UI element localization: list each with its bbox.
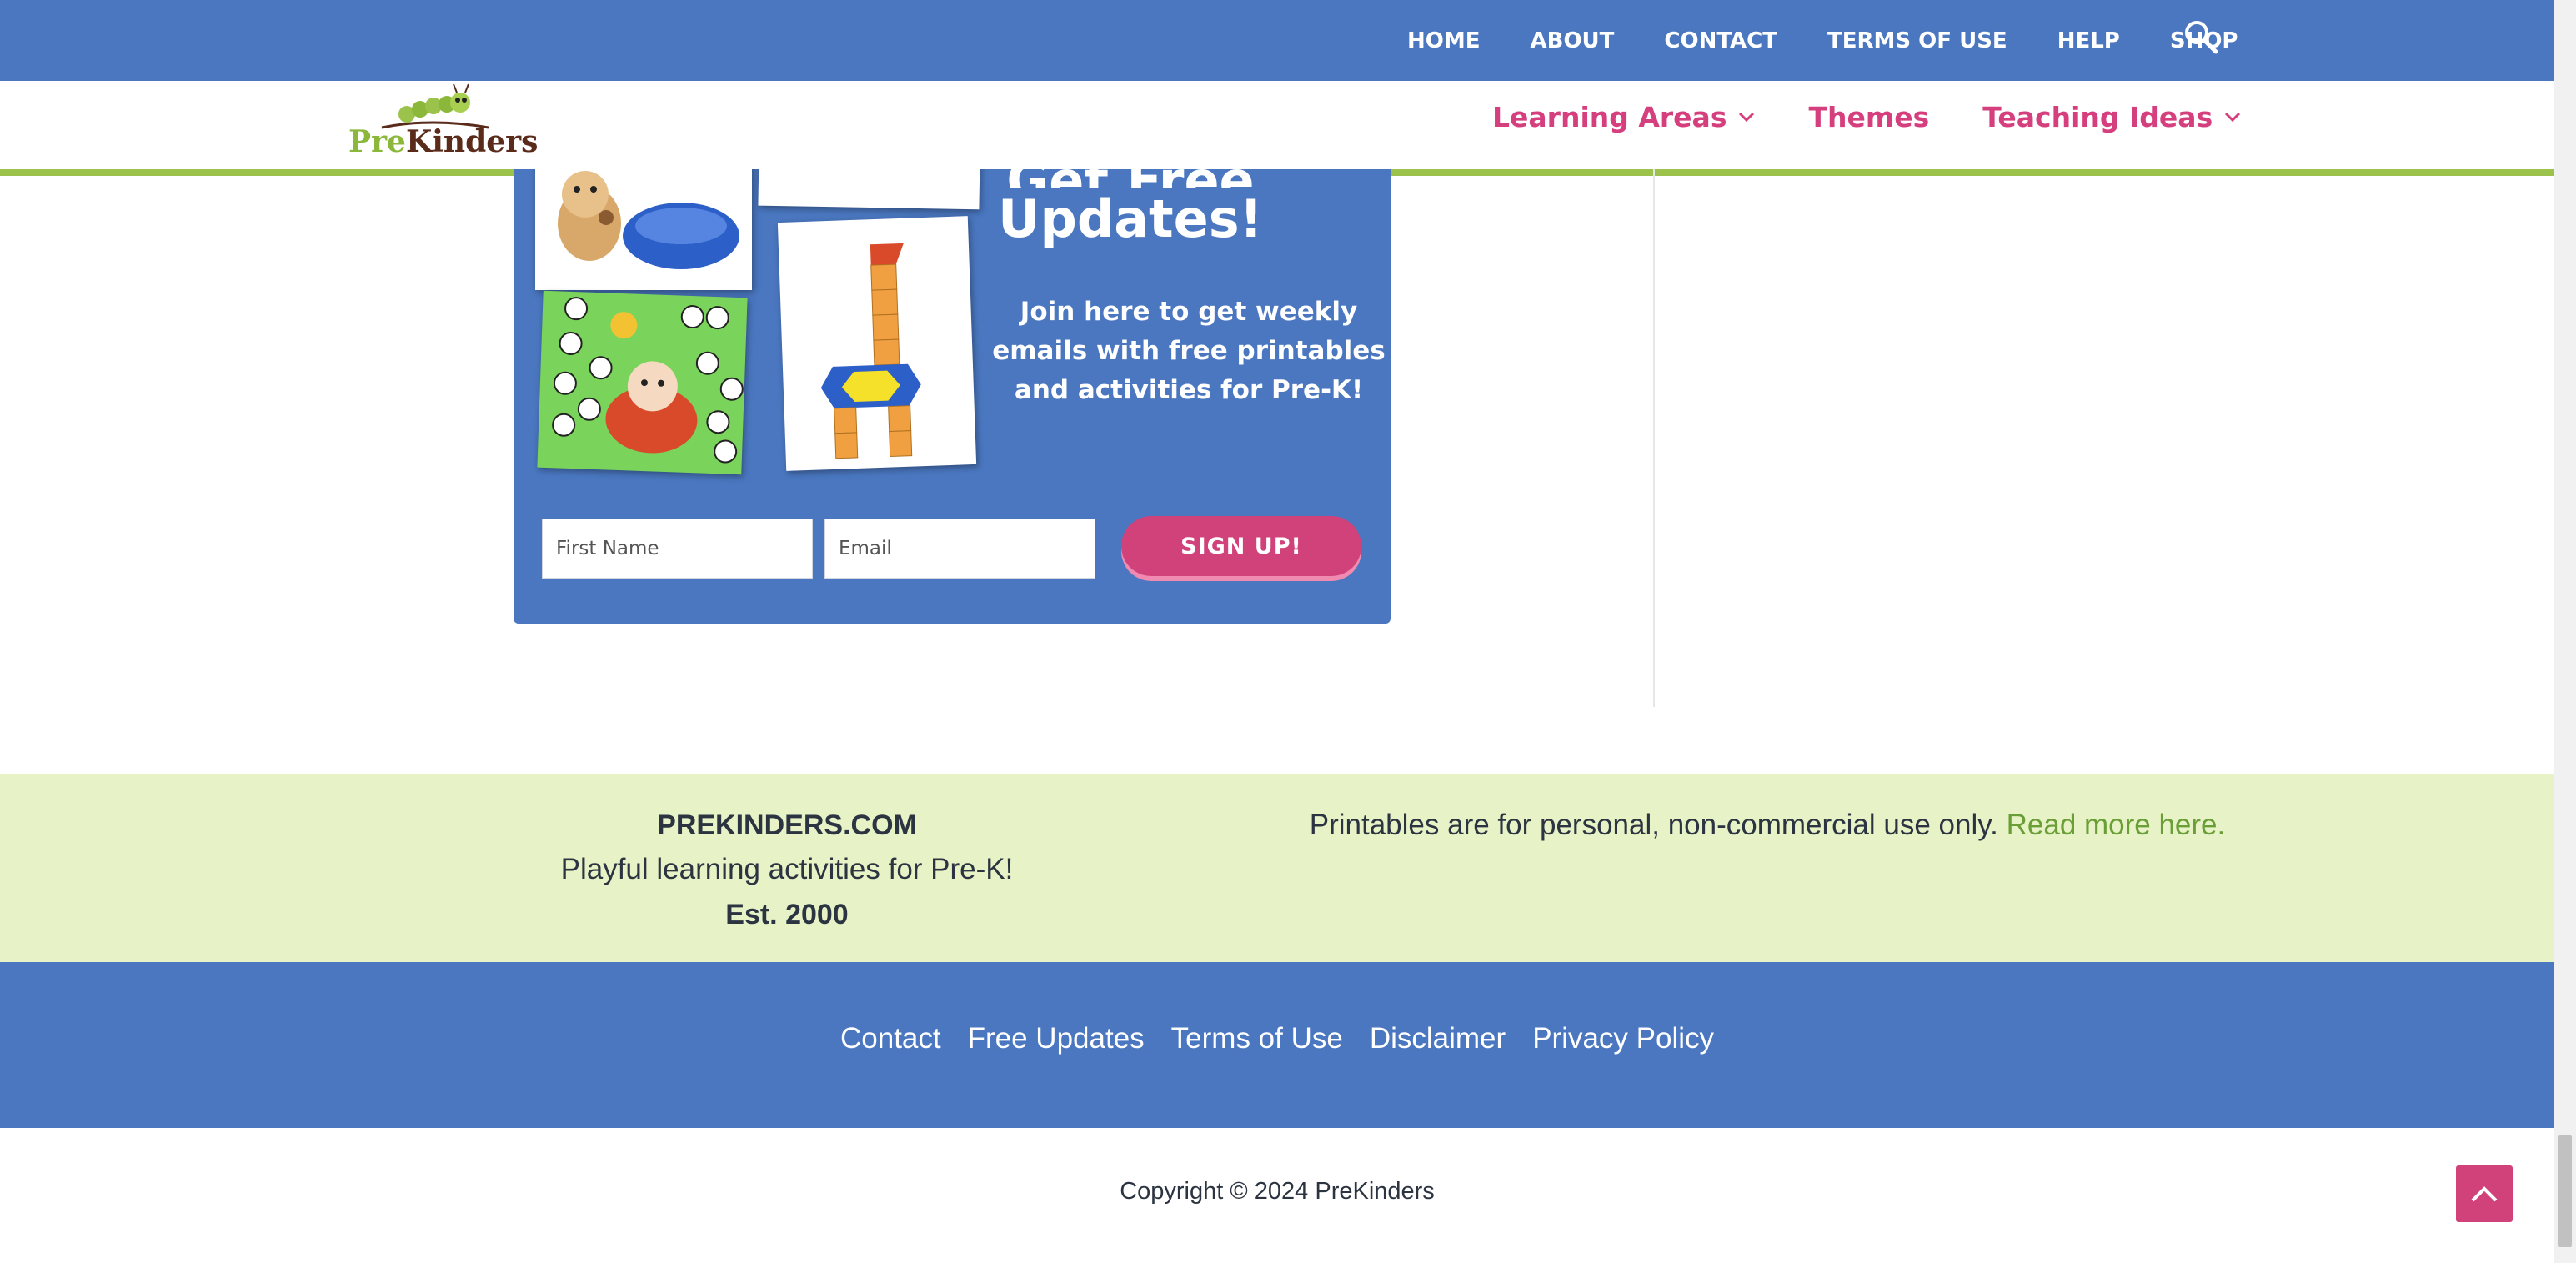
footer-disclaimer-text: Printables are for personal, non-commerc… bbox=[1309, 809, 1998, 841]
footer-link-privacy[interactable]: Privacy Policy bbox=[1532, 1022, 1714, 1055]
footer-links: Contact Free Updates Terms of Use Discla… bbox=[0, 1022, 2554, 1055]
promo-heading: Get Free Updates! bbox=[980, 169, 1280, 251]
nav-themes-label: Themes bbox=[1808, 100, 1930, 133]
footer-disclaimer: Printables are for personal, non-commerc… bbox=[1309, 804, 2226, 847]
promo-heading-line1: Get Free bbox=[980, 169, 1280, 188]
sidebar-divider bbox=[1653, 169, 1655, 707]
top-menu-help[interactable]: HELP bbox=[2057, 28, 2120, 53]
copyright-text: Copyright © 2024 PreKinders bbox=[1120, 1178, 1435, 1205]
email-placeholder: Email bbox=[839, 538, 892, 559]
caterpillar-icon bbox=[381, 83, 489, 129]
footer-established: Est. 2000 bbox=[725, 899, 849, 930]
first-name-placeholder: First Name bbox=[556, 538, 659, 559]
search-icon[interactable] bbox=[2183, 18, 2219, 55]
footer-read-more-link[interactable]: Read more here. bbox=[2007, 809, 2226, 841]
top-menu-home[interactable]: HOME bbox=[1407, 28, 1481, 53]
email-field[interactable]: Email bbox=[824, 519, 1095, 579]
logo-kinders: Kinders bbox=[405, 124, 539, 159]
footer-site-info: PREKINDERS.COM Playful learning activiti… bbox=[467, 804, 1107, 937]
top-menu-contact[interactable]: CONTACT bbox=[1664, 28, 1777, 53]
footer-site-name: PREKINDERS.COM bbox=[657, 809, 917, 841]
page-scrollbar[interactable] bbox=[2554, 0, 2576, 1263]
chevron-down-icon bbox=[2225, 112, 2241, 123]
nav-learning-areas-label: Learning Areas bbox=[1492, 100, 1727, 133]
free-updates-signup-card: Get Free Updates! Join here to get weekl… bbox=[514, 169, 1391, 624]
footer-link-terms[interactable]: Terms of Use bbox=[1171, 1022, 1343, 1055]
scrollbar-thumb[interactable] bbox=[2558, 1135, 2572, 1247]
top-utility-bar: HOME ABOUT CONTACT TERMS OF USE HELP SHO… bbox=[0, 0, 2554, 81]
footer-nav-band: Contact Free Updates Terms of Use Discla… bbox=[0, 962, 2554, 1128]
nav-learning-areas[interactable]: Learning Areas bbox=[1492, 101, 1755, 133]
site-logo[interactable]: PreKinders bbox=[348, 81, 538, 159]
top-menu-terms[interactable]: TERMS OF USE bbox=[1827, 28, 2007, 53]
nav-teaching-ideas[interactable]: Teaching Ideas bbox=[1982, 101, 2241, 133]
main-nav: Learning Areas Themes Teaching Ideas bbox=[1492, 81, 2294, 153]
chevron-down-icon bbox=[1739, 112, 1755, 123]
printable-thumbnail-giraffe bbox=[777, 216, 977, 471]
chevron-up-icon bbox=[2471, 1186, 2498, 1202]
top-menu-about[interactable]: ABOUT bbox=[1531, 28, 1615, 53]
scroll-to-top-button[interactable] bbox=[2456, 1165, 2513, 1222]
printable-thumbnail-ladybug bbox=[537, 290, 748, 475]
first-name-field[interactable]: First Name bbox=[542, 519, 813, 579]
nav-themes[interactable]: Themes bbox=[1808, 101, 1929, 133]
sign-up-button[interactable]: SIGN UP! bbox=[1121, 516, 1361, 576]
footer-tagline: Playful learning activities for Pre-K! bbox=[560, 853, 1014, 885]
nav-teaching-ideas-label: Teaching Ideas bbox=[1982, 100, 2213, 133]
footer-info-band: PREKINDERS.COM Playful learning activiti… bbox=[0, 774, 2554, 962]
footer-link-free-updates[interactable]: Free Updates bbox=[968, 1022, 1145, 1055]
promo-blurb: Join here to get weekly emails with free… bbox=[992, 297, 1386, 405]
printable-thumbnail-dog bbox=[535, 169, 752, 290]
footer-link-contact[interactable]: Contact bbox=[840, 1022, 941, 1055]
logo-wordmark: PreKinders bbox=[348, 124, 538, 159]
main-header: PreKinders Learning Areas Themes Teachin… bbox=[0, 81, 2554, 176]
top-menu: HOME ABOUT CONTACT TERMS OF USE HELP SHO… bbox=[1407, 0, 2288, 81]
logo-pre: Pre bbox=[348, 124, 406, 159]
promo-heading-line2: Updates! bbox=[998, 188, 1263, 249]
footer-link-disclaimer[interactable]: Disclaimer bbox=[1370, 1022, 1506, 1055]
printable-thumbnail-pattern bbox=[758, 169, 980, 210]
